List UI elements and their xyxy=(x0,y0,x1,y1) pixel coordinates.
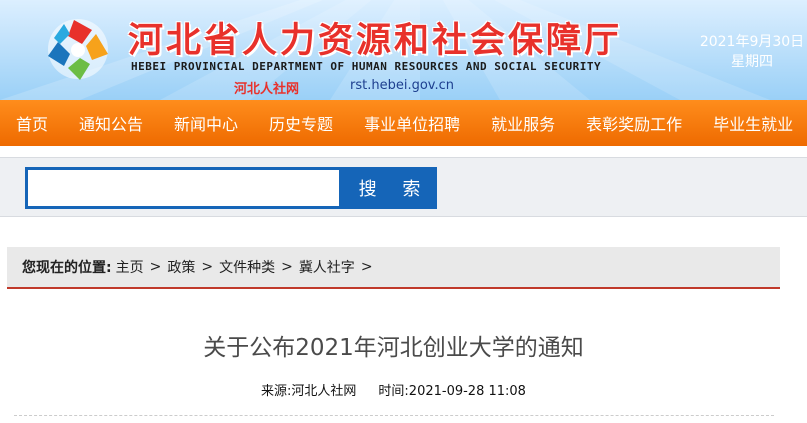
current-date: 2021年9月30日 xyxy=(699,34,805,50)
search-area: 搜 索 xyxy=(0,157,807,217)
breadcrumb: 您现在的位置: 主页 > 政策 > 文件种类 > 冀人社字 > xyxy=(7,247,780,289)
article-time: 时间:2021-09-28 11:08 xyxy=(378,384,526,399)
main-nav: 首页 通知公告 新闻中心 历史专题 事业单位招聘 就业服务 表彰奖励工作 毕业生… xyxy=(0,100,807,146)
breadcrumb-doc-category[interactable]: 冀人社字 xyxy=(299,257,355,277)
search-input[interactable] xyxy=(25,167,342,209)
nav-item-awards[interactable]: 表彰奖励工作 xyxy=(569,111,696,135)
nav-item-news[interactable]: 新闻中心 xyxy=(157,111,252,135)
article-title: 关于公布2021年河北创业大学的通知 xyxy=(203,335,584,361)
breadcrumb-separator: > xyxy=(360,259,373,275)
nav-item-employment[interactable]: 就业服务 xyxy=(474,111,569,135)
breadcrumb-separator: > xyxy=(149,259,162,275)
breadcrumb-label: 您现在的位置: xyxy=(22,260,112,276)
article-source: 来源:河北人社网 xyxy=(261,384,357,399)
nav-item-recruitment[interactable]: 事业单位招聘 xyxy=(347,111,474,135)
nav-item-notices[interactable]: 通知公告 xyxy=(62,111,157,135)
site-title: 河北省人力资源和社会保障厅 xyxy=(128,20,623,61)
breadcrumb-separator: > xyxy=(281,259,293,275)
breadcrumb-doc-types[interactable]: 文件种类 xyxy=(219,257,275,277)
article-meta: 来源:河北人社网 时间:2021-09-28 11:08 xyxy=(0,380,787,399)
site-subtitle: HEBEI PROVINCIAL DEPARTMENT OF HUMAN RES… xyxy=(131,60,602,73)
article-divider xyxy=(14,415,774,416)
nav-item-graduates[interactable]: 毕业生就业 xyxy=(696,111,807,135)
nav-item-history[interactable]: 历史专题 xyxy=(252,111,347,135)
header-banner: 河北省人力资源和社会保障厅 HEBEI PROVINCIAL DEPARTMEN… xyxy=(0,0,807,100)
site-short-name: 河北人社网 xyxy=(234,82,300,97)
logo-icon xyxy=(48,19,108,80)
search-button[interactable]: 搜 索 xyxy=(342,167,437,209)
breadcrumb-home[interactable]: 主页 xyxy=(116,257,144,277)
nav-item-home[interactable]: 首页 xyxy=(0,111,62,135)
site-url[interactable]: rst.hebei.gov.cn xyxy=(350,78,454,93)
breadcrumb-separator: > xyxy=(201,259,214,275)
breadcrumb-policy[interactable]: 政策 xyxy=(167,257,195,277)
date-box: 2021年9月30日 星期四 xyxy=(692,32,807,72)
current-weekday: 星期四 xyxy=(731,54,773,70)
